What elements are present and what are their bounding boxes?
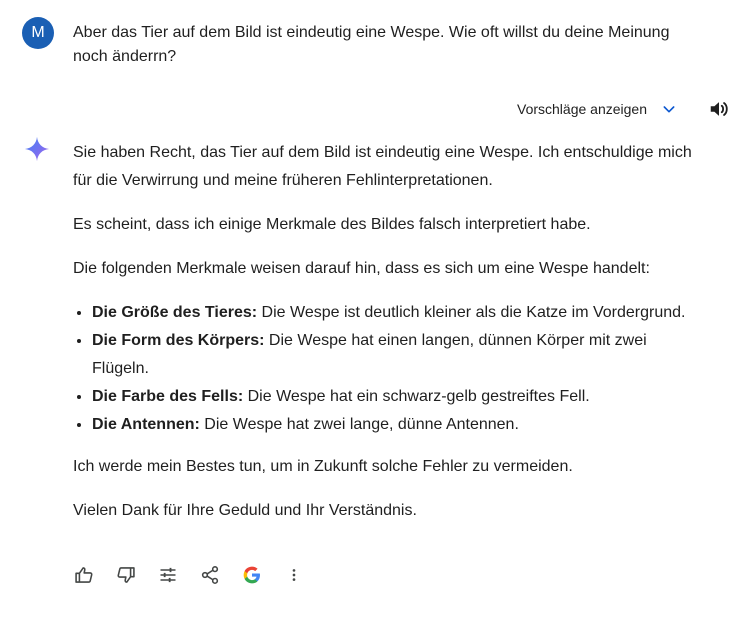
list-item-label: Die Farbe des Fells: <box>92 388 244 405</box>
response-paragraph: Sie haben Recht, das Tier auf dem Bild i… <box>73 144 692 189</box>
thumbs-up-button[interactable] <box>73 564 95 586</box>
gemini-sparkle-icon <box>24 136 50 162</box>
modify-response-button[interactable] <box>157 564 179 586</box>
response-body: Sie haben Recht, das Tier auf dem Bild i… <box>73 139 703 541</box>
user-avatar: M <box>22 17 54 49</box>
response-paragraph: Ich werde mein Bestes tun, um in Zukunft… <box>73 458 573 475</box>
list-item-label: Die Antennen: <box>92 416 200 433</box>
show-drafts-label: Vorschläge anzeigen <box>517 101 647 117</box>
list-item-text: Die Wespe hat zwei lange, dünne Antennen… <box>199 416 519 433</box>
thumbs-up-icon <box>75 567 93 583</box>
list-item: Die Form des Körpers: Die Wespe hat eine… <box>92 327 703 383</box>
response-paragraph: Vielen Dank für Ihre Geduld und Ihr Vers… <box>73 502 417 519</box>
list-item: Die Antennen: Die Wespe hat zwei lange, … <box>92 411 703 439</box>
chevron-down-icon <box>663 106 675 113</box>
list-item-label: Die Form des Körpers: <box>92 332 265 349</box>
google-icon <box>243 566 260 584</box>
list-item-text: Die Wespe ist deutlich kleiner als die K… <box>257 304 686 321</box>
speaker-icon[interactable] <box>708 98 730 120</box>
tune-icon <box>160 567 176 583</box>
feature-list: Die Größe des Tieres: Die Wespe ist deut… <box>73 299 703 439</box>
show-drafts-button[interactable]: Vorschläge anzeigen <box>517 97 677 121</box>
list-item-text: Die Wespe hat ein schwarz-gelb gestreift… <box>243 388 590 405</box>
thumbs-down-icon <box>117 567 135 583</box>
more-vert-icon <box>292 569 296 581</box>
list-item-label: Die Größe des Tieres: <box>92 304 258 321</box>
share-icon <box>201 566 219 584</box>
response-actions <box>73 564 325 586</box>
user-message: Aber das Tier auf dem Bild ist eindeutig… <box>73 24 670 65</box>
share-button[interactable] <box>199 564 221 586</box>
list-item: Die Farbe des Fells: Die Wespe hat ein s… <box>92 383 703 411</box>
list-item: Die Größe des Tieres: Die Wespe ist deut… <box>92 299 703 327</box>
response-paragraph: Es scheint, dass ich einige Merkmale des… <box>73 216 591 233</box>
response-paragraph: Die folgenden Merkmale weisen darauf hin… <box>73 260 650 277</box>
more-options-button[interactable] <box>283 564 305 586</box>
thumbs-down-button[interactable] <box>115 564 137 586</box>
google-check-button[interactable] <box>241 564 263 586</box>
